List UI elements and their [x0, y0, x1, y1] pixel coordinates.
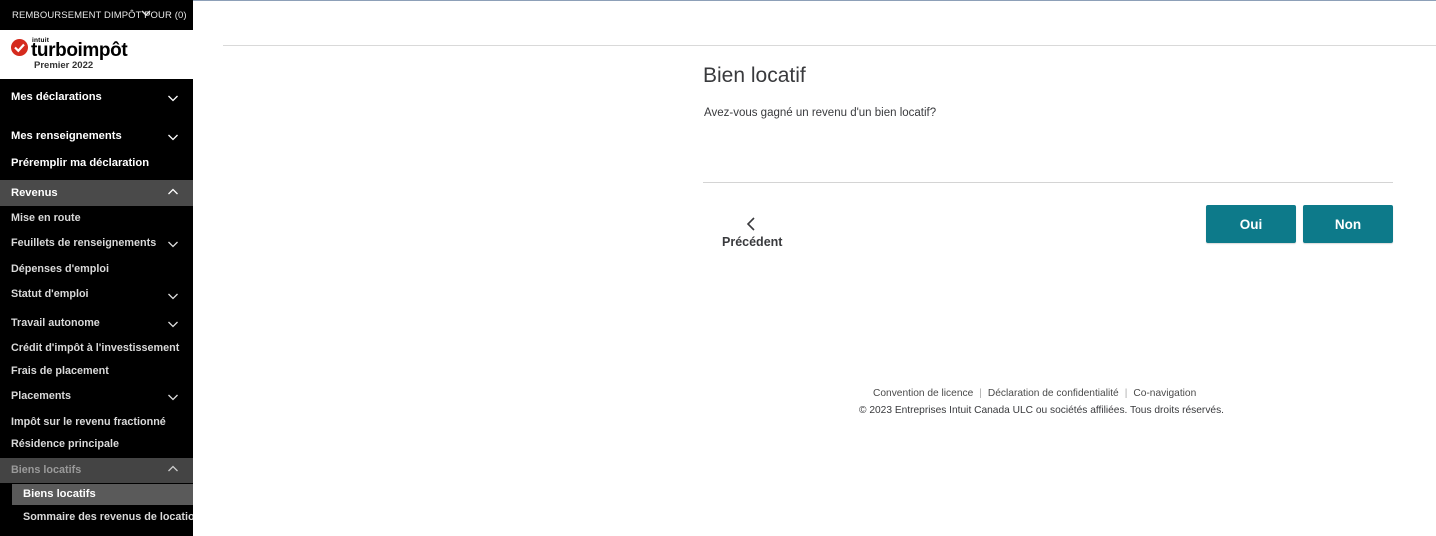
sidebar-item-placements[interactable]: Placements	[0, 385, 193, 407]
product-name: turboimpôt	[31, 40, 128, 61]
copyright-text: © 2023 Entreprises Intuit Canada ULC ou …	[859, 405, 1225, 416]
sidebar-item-residence-principale[interactable]: Résidence principale	[0, 434, 193, 454]
chevron-left-icon	[744, 216, 758, 237]
chevron-down-icon	[167, 391, 179, 406]
brand-logo: intuit turboimpôt Premier 2022	[0, 30, 193, 79]
sidebar-item-label: Préremplir ma déclaration	[11, 157, 150, 169]
sidebar-item-label: Dépenses d'emploi	[11, 263, 109, 275]
sidebar: REMBOURSEMENT DIMPÔT POUR (0) intuit tur…	[0, 0, 193, 536]
sidebar-item-depenses-emploi[interactable]: Dépenses d'emploi	[0, 259, 193, 279]
sidebar-item-mes-renseignements[interactable]: Mes renseignements	[0, 123, 193, 149]
yes-button[interactable]: Oui	[1206, 205, 1296, 243]
sidebar-item-label: Impôt sur le revenu fractionné	[11, 416, 166, 428]
page-title: Bien locatif	[703, 64, 806, 87]
sidebar-item-label: Mes déclarations	[11, 91, 102, 103]
refund-label: REMBOURSEMENT DIMPÔT POUR (0)	[12, 10, 187, 21]
sidebar-item-biens-locatifs-current[interactable]: Biens locatifs	[12, 484, 193, 505]
sidebar-item-label: Statut d'emploi	[11, 288, 89, 300]
sidebar-item-travail-autonome[interactable]: Travail autonome	[0, 312, 193, 334]
sidebar-item-preremplir[interactable]: Préremplir ma déclaration	[0, 151, 193, 177]
sidebar-item-impot-fractionne[interactable]: Impôt sur le revenu fractionné	[0, 412, 193, 432]
product-edition: Premier 2022	[34, 60, 94, 71]
sidebar-item-label: Biens locatifs	[11, 464, 82, 476]
sidebar-item-label: Placements	[11, 390, 72, 402]
footer-separator: |	[979, 388, 982, 399]
sidebar-item-label: Travail autonome	[11, 317, 100, 329]
chevron-up-icon	[167, 186, 179, 201]
sidebar-item-label: Frais de placement	[11, 365, 109, 377]
sidebar-item-sommaire-location[interactable]: Sommaire des revenus de location	[0, 507, 193, 527]
chevron-down-icon	[167, 318, 179, 333]
sidebar-item-mes-declarations[interactable]: Mes déclarations	[0, 84, 193, 110]
sidebar-item-mise-en-route[interactable]: Mise en route	[0, 208, 193, 228]
sidebar-item-label: Biens locatifs	[23, 488, 96, 500]
sidebar-item-label: Résidence principale	[11, 438, 120, 450]
sidebar-item-biens-locatifs-section[interactable]: Biens locatifs	[0, 458, 193, 483]
sidebar-item-label: Sommaire des revenus de location	[23, 511, 193, 523]
chevron-down-icon	[167, 238, 179, 253]
chevron-down-icon	[167, 131, 179, 146]
refund-summary-toggle[interactable]: REMBOURSEMENT DIMPÔT POUR (0)	[0, 0, 193, 30]
chevron-down-icon	[167, 92, 179, 107]
chevron-down-icon	[140, 7, 152, 22]
checkmark-logo-icon	[11, 39, 28, 56]
previous-button[interactable]: Précédent	[716, 212, 792, 254]
previous-label: Précédent	[722, 235, 783, 249]
sidebar-item-statut-emploi[interactable]: Statut d'emploi	[0, 283, 193, 305]
question-text: Avez-vous gagné un revenu d'un bien loca…	[704, 107, 937, 119]
sidebar-item-frais-placement[interactable]: Frais de placement	[0, 361, 193, 381]
sidebar-item-revenus[interactable]: Revenus	[0, 180, 193, 206]
co-browsing-link[interactable]: Co-navigation	[1133, 388, 1196, 399]
sidebar-item-label: Mise en route	[11, 212, 81, 224]
chevron-down-icon	[167, 290, 179, 305]
privacy-statement-link[interactable]: Déclaration de confidentialité	[988, 388, 1119, 399]
sidebar-item-label: Revenus	[11, 187, 58, 199]
sidebar-item-credit-investissement[interactable]: Crédit d'impôt à l'investissement	[0, 338, 193, 358]
footer-separator: |	[1124, 388, 1128, 399]
top-border	[193, 0, 1436, 1]
sidebar-item-label: Mes renseignements	[11, 130, 122, 142]
footer-links: Convention de licence | Déclaration de con…	[873, 388, 1196, 399]
sidebar-item-label: Feuillets de renseignements	[11, 237, 157, 249]
content-divider	[703, 182, 1393, 183]
no-button[interactable]: Non	[1303, 205, 1393, 243]
sidebar-item-label: Crédit d'impôt à l'investissement	[11, 342, 180, 354]
license-agreement-link[interactable]: Convention de licence	[873, 388, 973, 399]
sidebar-item-feuillets[interactable]: Feuillets de renseignements	[0, 232, 193, 254]
chevron-up-icon	[167, 463, 179, 478]
header-divider	[223, 45, 1436, 46]
